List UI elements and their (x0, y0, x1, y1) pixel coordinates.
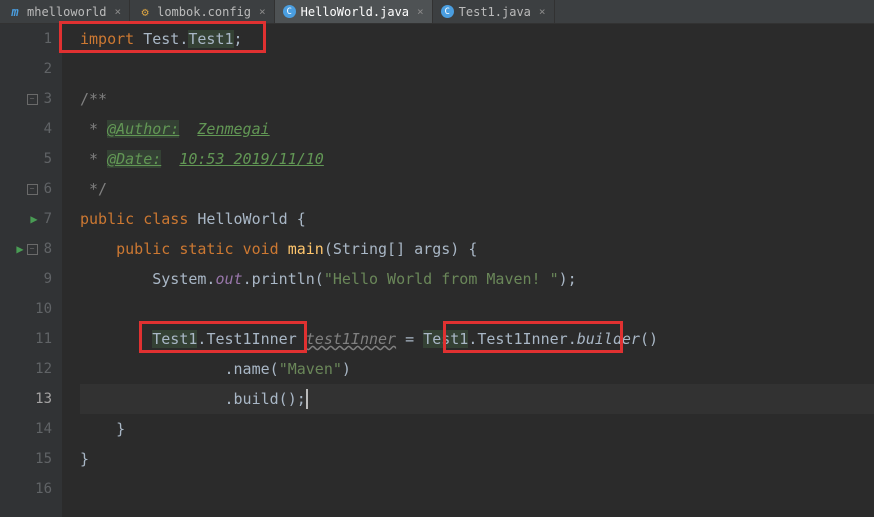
code-line: } (80, 414, 874, 444)
code-line: public static void main(String[] args) { (80, 234, 874, 264)
tab-test1[interactable]: C Test1.java × (433, 0, 555, 23)
class-icon: C (441, 5, 454, 18)
text-cursor (306, 389, 308, 409)
line-number: 14 (0, 414, 52, 444)
code-line: * @Date: 10:53 2019/11/10 (80, 144, 874, 174)
fold-marker-icon[interactable]: − (27, 94, 38, 105)
line-number: 4 (0, 114, 52, 144)
run-icon[interactable]: ▶ (30, 204, 37, 234)
tab-label: lombok.config (157, 5, 251, 19)
line-number: 15 (0, 444, 52, 474)
code-line: */ (80, 174, 874, 204)
fold-marker-icon[interactable]: − (27, 244, 38, 255)
close-icon[interactable]: × (259, 5, 266, 18)
line-number: 5 (0, 144, 52, 174)
code-line: public class HelloWorld { (80, 204, 874, 234)
code-line: .name("Maven") (80, 354, 874, 384)
editor[interactable]: 1 2 − 3 4 5 − 6 ▶ 7 ▶ − 8 9 10 11 12 13 … (0, 24, 874, 517)
code-line (80, 294, 874, 324)
line-number: 2 (0, 54, 52, 84)
gear-icon: ⚙ (138, 5, 152, 19)
tab-mhelloworld[interactable]: m mhelloworld × (0, 0, 130, 23)
line-number: 11 (0, 324, 52, 354)
code-line (80, 54, 874, 84)
code-line: System.out.println("Hello World from Mav… (80, 264, 874, 294)
code-line: Test1.Test1Inner test1Inner = Test1.Test… (80, 324, 874, 354)
code-line: /** (80, 84, 874, 114)
class-icon: C (283, 5, 296, 18)
tab-label: Test1.java (459, 5, 531, 19)
code-line: * @Author: Zenmegai (80, 114, 874, 144)
gutter: 1 2 − 3 4 5 − 6 ▶ 7 ▶ − 8 9 10 11 12 13 … (0, 24, 62, 517)
line-number: 9 (0, 264, 52, 294)
close-icon[interactable]: × (114, 5, 121, 18)
line-number: ▶ 7 (0, 204, 52, 234)
code-area[interactable]: import Test.Test1; /** * @Author: Zenmeg… (62, 24, 874, 517)
line-number: − 6 (0, 174, 52, 204)
line-number: − 3 (0, 84, 52, 114)
line-number: 16 (0, 474, 52, 504)
line-number: ▶ − 8 (0, 234, 52, 264)
tab-label: HelloWorld.java (301, 5, 409, 19)
close-icon[interactable]: × (539, 5, 546, 18)
line-number: 1 (0, 24, 52, 54)
close-icon[interactable]: × (417, 5, 424, 18)
tab-helloworld[interactable]: C HelloWorld.java × (275, 0, 433, 23)
fold-marker-icon[interactable]: − (27, 184, 38, 195)
code-line: } (80, 444, 874, 474)
tab-label: mhelloworld (27, 5, 106, 19)
tab-lombok-config[interactable]: ⚙ lombok.config × (130, 0, 275, 23)
tab-bar: m mhelloworld × ⚙ lombok.config × C Hell… (0, 0, 874, 24)
line-number: 10 (0, 294, 52, 324)
run-icon[interactable]: ▶ (16, 234, 23, 264)
code-line: import Test.Test1; (80, 24, 874, 54)
code-line (80, 474, 874, 504)
line-number: 13 (0, 384, 52, 414)
code-line: .build(); (80, 384, 874, 414)
module-icon: m (8, 5, 22, 19)
line-number: 12 (0, 354, 52, 384)
